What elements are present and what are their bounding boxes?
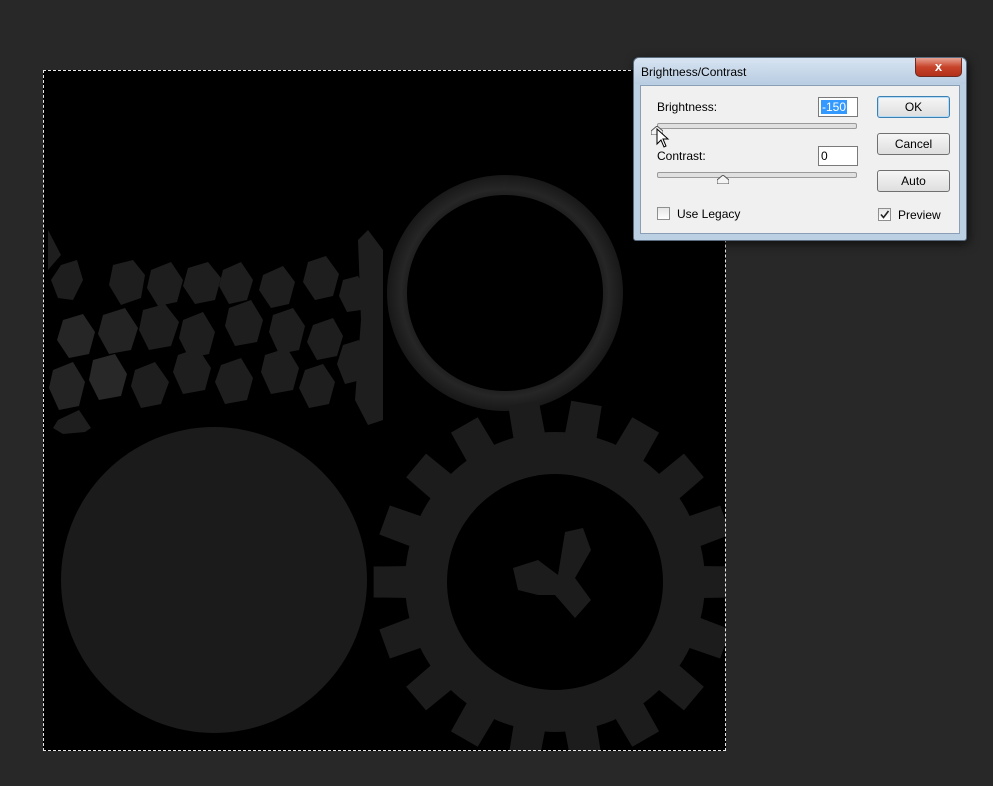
use-legacy-label: Use Legacy — [677, 207, 741, 221]
preview-label: Preview — [898, 208, 941, 222]
ring-shape — [387, 175, 623, 411]
close-icon: x — [934, 59, 943, 74]
gear-tooth — [373, 566, 411, 598]
brightness-value: -150 — [821, 100, 848, 114]
arrow-pointer-icon — [656, 128, 670, 148]
checkmark-icon — [880, 210, 890, 219]
canvas-artwork — [48, 175, 726, 751]
disc-shape — [61, 427, 367, 733]
dialog-title: Brightness/Contrast — [641, 65, 747, 79]
brightness-input[interactable]: -150 — [818, 97, 858, 117]
contrast-slider-thumb[interactable] — [717, 175, 729, 184]
use-legacy-checkbox[interactable] — [657, 207, 670, 220]
gear-tooth — [508, 400, 546, 443]
brightness-label: Brightness: — [657, 100, 718, 114]
document-canvas[interactable] — [43, 70, 726, 751]
dialog-client-area: Brightness: -150 Contrast: 0 Use Legacy … — [640, 85, 960, 234]
contrast-slider-track[interactable] — [657, 172, 857, 178]
contrast-value: 0 — [821, 149, 828, 163]
ok-button[interactable]: OK — [877, 96, 950, 118]
gear-shape — [373, 400, 726, 751]
hexagon-cluster — [48, 230, 383, 434]
preview-checkbox[interactable] — [878, 208, 891, 221]
cancel-button[interactable]: Cancel — [877, 133, 950, 155]
gear-tooth — [699, 566, 726, 598]
brightness-contrast-dialog: Brightness/Contrast x Brightness: -150 C… — [633, 57, 967, 241]
contrast-input[interactable]: 0 — [818, 146, 858, 166]
contrast-label: Contrast: — [657, 149, 706, 163]
close-button[interactable]: x — [915, 58, 962, 77]
auto-button[interactable]: Auto — [877, 170, 950, 192]
brightness-slider-track[interactable] — [657, 123, 857, 129]
gear-tooth — [564, 400, 602, 443]
dialog-titlebar[interactable]: Brightness/Contrast x — [634, 58, 966, 84]
